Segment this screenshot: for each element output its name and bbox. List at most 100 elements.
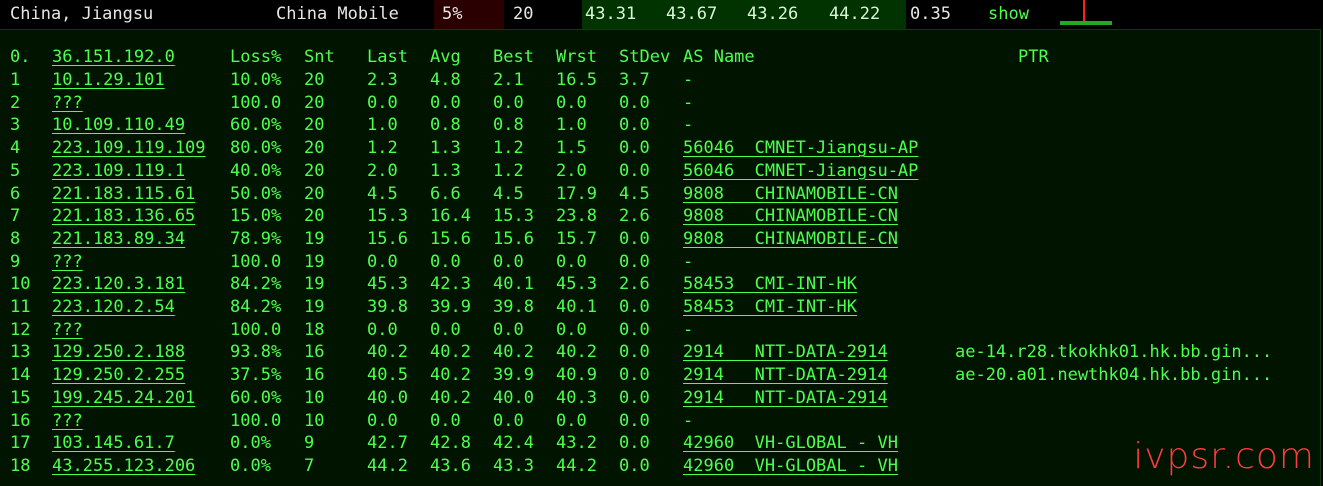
hop-host[interactable]: 43.255.123.206 [52,455,195,477]
summary-loss: 5% [442,4,463,24]
hop-wrst: 2.0 [556,160,587,181]
summary-stdev: 0.35 [910,4,951,24]
hop-avg: 4.8 [430,70,461,90]
hop-loss: 0.0% [230,433,271,454]
hop-host[interactable]: ??? [52,92,83,114]
hop-last: 44.2 [367,455,408,476]
hop-stdev: 0.0 [619,160,650,181]
hop-host[interactable]: 223.120.2.54 [52,296,175,318]
header-source-host[interactable]: 36.151.192.0 [52,46,175,68]
hop-avg: 39.9 [430,297,471,317]
hop-host[interactable]: 129.250.2.255 [52,364,185,386]
hop-number: 5 [10,160,21,181]
hop-wrst: 0.0 [556,410,587,431]
hop-best: 39.8 [493,297,534,317]
hop-host[interactable]: 103.145.61.7 [52,432,175,454]
hop-best: 15.6 [493,228,534,249]
hop-snt: 16 [304,342,325,363]
hop-number: 10 [10,274,31,295]
hop-as-name[interactable]: 2914 NTT-DATA-2914 [683,387,888,409]
hop-last: 15.6 [367,228,408,249]
hop-host[interactable]: 223.109.119.109 [52,137,206,159]
hop-last: 15.3 [367,206,408,227]
hop-host[interactable]: 221.183.89.34 [52,228,185,250]
hop-avg: 1.3 [430,160,461,181]
hop-host[interactable]: 129.250.2.188 [52,341,185,363]
hop-as-name: - [683,251,694,272]
hop-loss: 100.0 [230,92,282,113]
hop-last: 1.2 [367,138,398,159]
hop-snt: 20 [304,206,325,227]
hop-best: 0.0 [493,251,524,272]
hop-host[interactable]: 221.183.115.61 [52,183,195,205]
hop-number: 12 [10,319,31,340]
hop-snt: 10 [304,387,325,408]
hop-stdev: 0.0 [619,455,650,476]
hop-snt: 16 [304,365,325,386]
hop-as-name[interactable]: 9808 CHINAMOBILE-CN [683,228,898,250]
hop-number: 1 [10,70,21,90]
hop-as-name[interactable]: 58453 CMI-INT-HK [683,273,857,295]
hop-as-name[interactable]: 2914 NTT-DATA-2914 [683,341,888,363]
hop-host[interactable]: 199.245.24.201 [52,387,195,409]
hop-host[interactable]: ??? [52,319,83,341]
hop-as-name[interactable]: 2914 NTT-DATA-2914 [683,364,888,386]
hop-number: 7 [10,206,21,227]
hop-avg: 40.2 [430,365,471,386]
hop-host[interactable]: 221.183.136.65 [52,205,195,227]
hop-as-name[interactable]: 42960 VH-GLOBAL - VH [683,455,898,477]
hop-best: 40.2 [493,342,534,363]
hop-host[interactable]: 10.109.110.49 [52,114,185,136]
hop-stdev: 4.5 [619,183,650,204]
hop-host[interactable]: 223.109.119.1 [52,160,185,182]
hop-avg: 0.8 [430,115,461,136]
hop-wrst: 17.9 [556,183,597,204]
hop-stdev: 0.0 [619,410,650,431]
hop-host[interactable]: 10.1.29.101 [52,69,165,91]
hop-loss: 84.2% [230,274,282,295]
header-ptr: PTR [1018,47,1049,67]
hop-wrst: 45.3 [556,274,597,295]
hop-wrst: 1.0 [556,115,587,136]
hop-wrst: 23.8 [556,206,597,227]
hop-stdev: 0.0 [619,387,650,408]
hop-as-name[interactable]: 56046 CMNET-Jiangsu-AP [683,137,918,159]
hop-as-name[interactable]: 42960 VH-GLOBAL - VH [683,432,898,454]
hop-avg: 6.6 [430,183,461,204]
hop-as-name[interactable]: 9808 CHINAMOBILE-CN [683,183,898,205]
hop-as-name[interactable]: 9808 CHINAMOBILE-CN [683,205,898,227]
hop-wrst: 40.2 [556,342,597,363]
hop-snt: 19 [304,251,325,272]
hop-avg: 1.3 [430,138,461,159]
header-loss: Loss% [230,47,282,67]
hop-loss: 50.0% [230,183,282,204]
hop-number: 6 [10,183,21,204]
hop-best: 43.3 [493,455,534,476]
hop-wrst: 40.3 [556,387,597,408]
hop-avg: 40.2 [430,342,471,363]
hop-best: 42.4 [493,433,534,454]
hop-host[interactable]: ??? [52,251,83,273]
hop-avg: 42.8 [430,433,471,454]
hop-best: 40.0 [493,387,534,408]
hop-stdev: 0.0 [619,342,650,363]
hop-wrst: 43.2 [556,433,597,454]
hop-loss: 15.0% [230,206,282,227]
hop-as-name: - [683,410,694,431]
header-wrst: Wrst [556,47,597,67]
hop-snt: 7 [304,455,315,476]
hop-best: 4.5 [493,183,524,204]
hop-last: 42.7 [367,433,408,454]
hop-snt: 20 [304,70,325,90]
hop-snt: 20 [304,92,325,113]
hop-as-name[interactable]: 56046 CMNET-Jiangsu-AP [683,160,918,182]
hop-wrst: 0.0 [556,92,587,113]
show-link[interactable]: show [988,0,1029,29]
hop-stdev: 0.0 [619,115,650,136]
hop-host[interactable]: ??? [52,410,83,432]
hop-as-name[interactable]: 58453 CMI-INT-HK [683,296,857,318]
hop-number: 14 [10,365,31,386]
hop-stdev: 0.0 [619,433,650,454]
hop-host[interactable]: 223.120.3.181 [52,273,185,295]
hop-number: 17 [10,433,31,454]
